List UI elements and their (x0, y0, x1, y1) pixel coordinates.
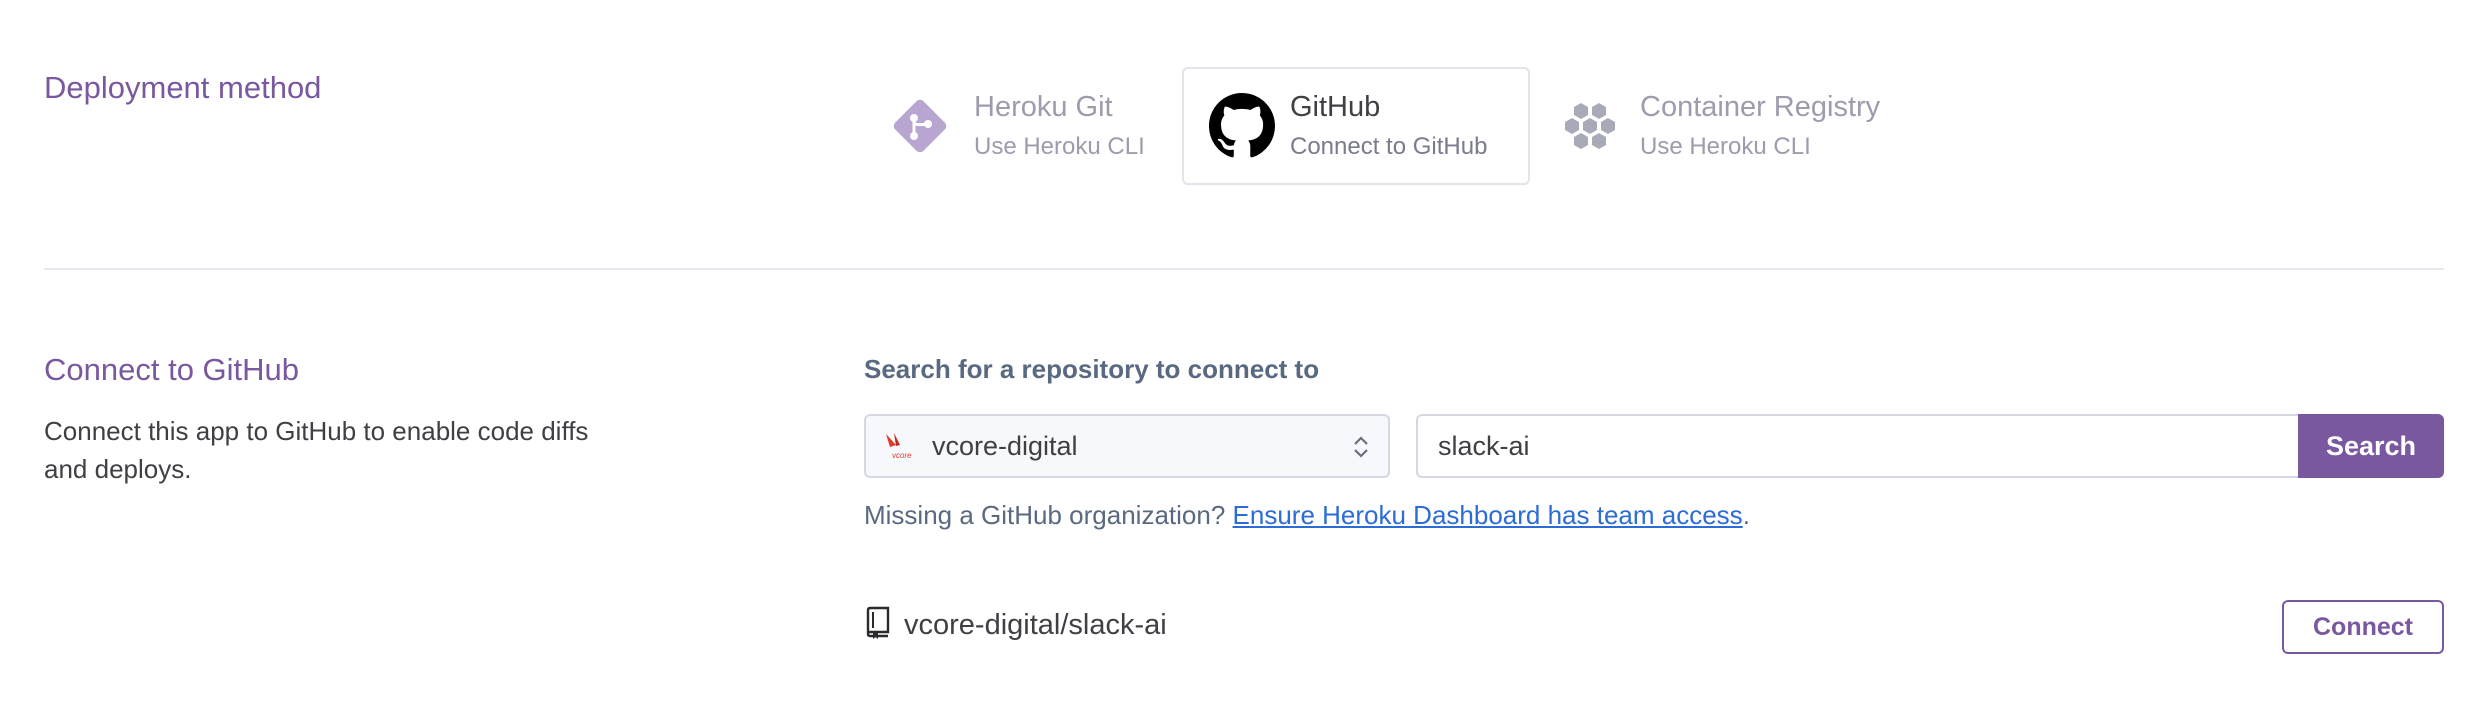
team-access-link[interactable]: Ensure Heroku Dashboard has team access (1233, 500, 1743, 530)
connect-button[interactable]: Connect (2282, 600, 2444, 654)
owner-select-value: vcore-digital (932, 430, 1078, 461)
repo-result-name: vcore-digital/slack-ai (904, 609, 1167, 641)
connect-description: Connect this app to GitHub to enable cod… (44, 416, 589, 484)
container-registry-icon (1556, 90, 1628, 162)
repo-result-row: vcore-digital/slack-ai (864, 606, 1167, 645)
github-icon (1206, 90, 1278, 162)
deployment-method-title: Deployment method (44, 70, 322, 105)
method-subtitle: Connect to GitHub (1290, 133, 1488, 160)
connect-github-title: Connect to GitHub (44, 352, 300, 387)
method-name: GitHub (1290, 91, 1381, 123)
missing-org-notice: Missing a GitHub organization? Ensure He… (864, 500, 1750, 531)
repo-search-input[interactable] (1416, 414, 2298, 478)
method-container-registry[interactable]: Container Registry Use Heroku CLI (1556, 67, 1896, 185)
heroku-git-icon (884, 90, 956, 162)
method-subtitle: Use Heroku CLI (1640, 133, 1811, 160)
search-button[interactable]: Search (2298, 414, 2444, 478)
method-heroku-git[interactable]: Heroku Git Use Heroku CLI (884, 67, 1154, 185)
owner-select[interactable]: vcore vcore-digital (864, 414, 1390, 478)
vcore-logo: vcore (884, 431, 914, 461)
method-name: Container Registry (1640, 91, 1881, 123)
method-subtitle: Use Heroku CLI (974, 133, 1145, 160)
method-name: Heroku Git (974, 91, 1113, 123)
method-github[interactable]: GitHub Connect to GitHub (1182, 67, 1530, 185)
repo-icon (864, 606, 892, 645)
section-divider (44, 268, 2444, 270)
chevron-up-down-icon (1350, 432, 1372, 467)
vcore-logo-text: vcore (892, 451, 912, 460)
missing-org-text: Missing a GitHub organization? (864, 500, 1233, 530)
search-label: Search for a repository to connect to (864, 354, 1320, 384)
missing-org-period: . (1742, 500, 1750, 530)
